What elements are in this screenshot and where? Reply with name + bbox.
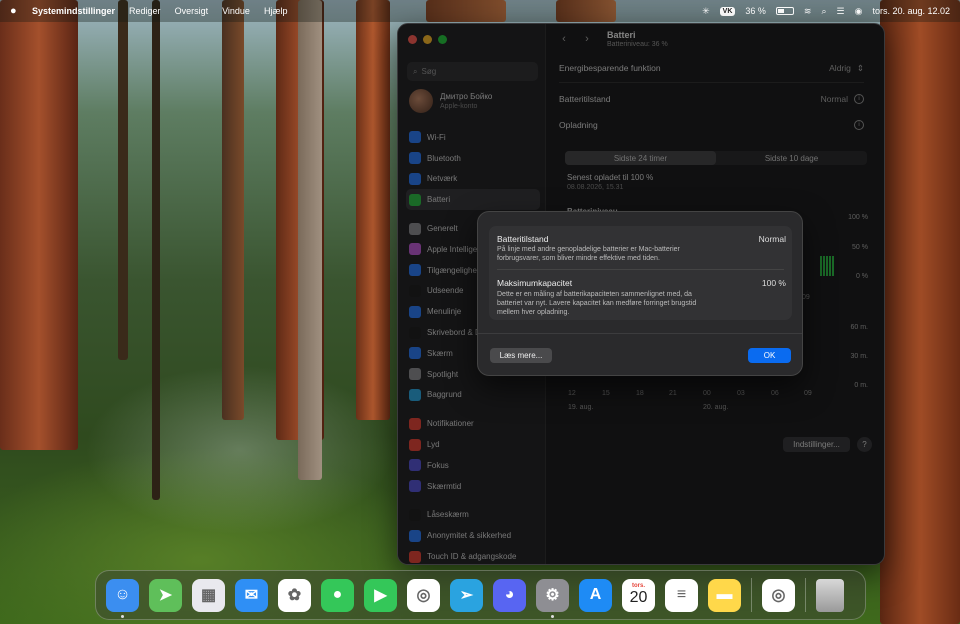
- menu-rediger[interactable]: Rediger: [129, 6, 161, 16]
- battery-percent[interactable]: 36 %: [745, 6, 766, 16]
- tree-trunk: [222, 0, 244, 420]
- calendar-icon[interactable]: tors. 20: [622, 578, 655, 612]
- wifi-icon[interactable]: ≋: [804, 6, 812, 17]
- telegram-icon[interactable]: ➢: [450, 578, 483, 612]
- battery-health-sheet: Batteritilstand Normal På linje med andr…: [477, 211, 803, 376]
- calendar-day: 20: [629, 589, 648, 606]
- dock: ☺ ➤ ▦ ✉ ✿ ● ▶ ◎ ➢ ◕ ⚙ Ators. 20 ≡ ▬ ◎: [95, 570, 866, 620]
- maps-icon[interactable]: ➤: [149, 578, 182, 612]
- running-indicator: [551, 614, 554, 618]
- battery-icon[interactable]: [775, 7, 794, 15]
- trash-icon[interactable]: [816, 578, 844, 612]
- running-indicator: [121, 614, 124, 618]
- sheet-health-title: Batteritilstand: [497, 234, 549, 244]
- control-center-icon[interactable]: ☰: [837, 6, 845, 17]
- apple-menu-icon[interactable]: ●: [10, 5, 24, 17]
- siri-icon[interactable]: ◉: [855, 6, 863, 17]
- chrome-icon[interactable]: ◎: [762, 578, 795, 612]
- menu-app-name[interactable]: Systemindstillinger: [32, 6, 115, 16]
- sheet-content: Batteritilstand Normal På linje med andr…: [489, 226, 792, 320]
- tree-trunk: [880, 0, 960, 624]
- system-settings-icon[interactable]: ⚙: [536, 578, 569, 618]
- discord-icon[interactable]: ◕: [493, 578, 526, 612]
- sheet-health-desc: På linje med andre genopladelige batteri…: [497, 246, 680, 262]
- menu-oversigt[interactable]: Oversigt: [175, 6, 209, 16]
- search-icon[interactable]: ⌕: [821, 6, 826, 17]
- finder-icon[interactable]: ☺: [106, 578, 139, 618]
- launchpad-icon[interactable]: ▦: [192, 578, 225, 612]
- app-store-icon[interactable]: A: [579, 578, 612, 612]
- vk-badge[interactable]: VK: [719, 6, 736, 16]
- reminders-icon[interactable]: ≡: [665, 578, 698, 612]
- learn-more-button[interactable]: Læs mere...: [490, 348, 552, 363]
- sheet-capacity-desc: Dette er en måling af batterikapaciteten…: [497, 291, 697, 316]
- dock-separator: [751, 578, 752, 612]
- menu-hjaelp[interactable]: Hjælp: [264, 6, 288, 16]
- ok-button[interactable]: OK: [748, 348, 791, 363]
- tree-trunk: [152, 0, 160, 500]
- sheet-capacity-title: Maksimumkapacitet: [497, 278, 573, 288]
- photos-icon[interactable]: ✿: [278, 578, 311, 612]
- sheet-health-value: Normal: [758, 234, 786, 244]
- status-icon[interactable]: ✳: [702, 6, 710, 17]
- tree-trunk: [0, 0, 78, 450]
- tree-trunk: [356, 0, 390, 420]
- notes-icon[interactable]: ▬: [708, 578, 741, 612]
- dock-separator: [805, 578, 806, 612]
- tree-trunk: [118, 0, 128, 360]
- menu-bar: ● Systemindstillinger Rediger Oversigt V…: [0, 0, 960, 22]
- sheet-capacity-value: 100 %: [761, 278, 786, 288]
- clock[interactable]: tors. 20. aug. 12.02: [872, 6, 950, 16]
- messages-icon[interactable]: ●: [321, 578, 354, 612]
- divider: [478, 333, 802, 334]
- facetime-icon[interactable]: ▶: [364, 578, 397, 612]
- tree-trunk: [298, 0, 322, 480]
- divider: [497, 269, 784, 270]
- chrome-icon[interactable]: ◎: [407, 578, 440, 612]
- menu-vindue[interactable]: Vindue: [222, 6, 250, 16]
- mail-icon[interactable]: ✉: [235, 578, 268, 612]
